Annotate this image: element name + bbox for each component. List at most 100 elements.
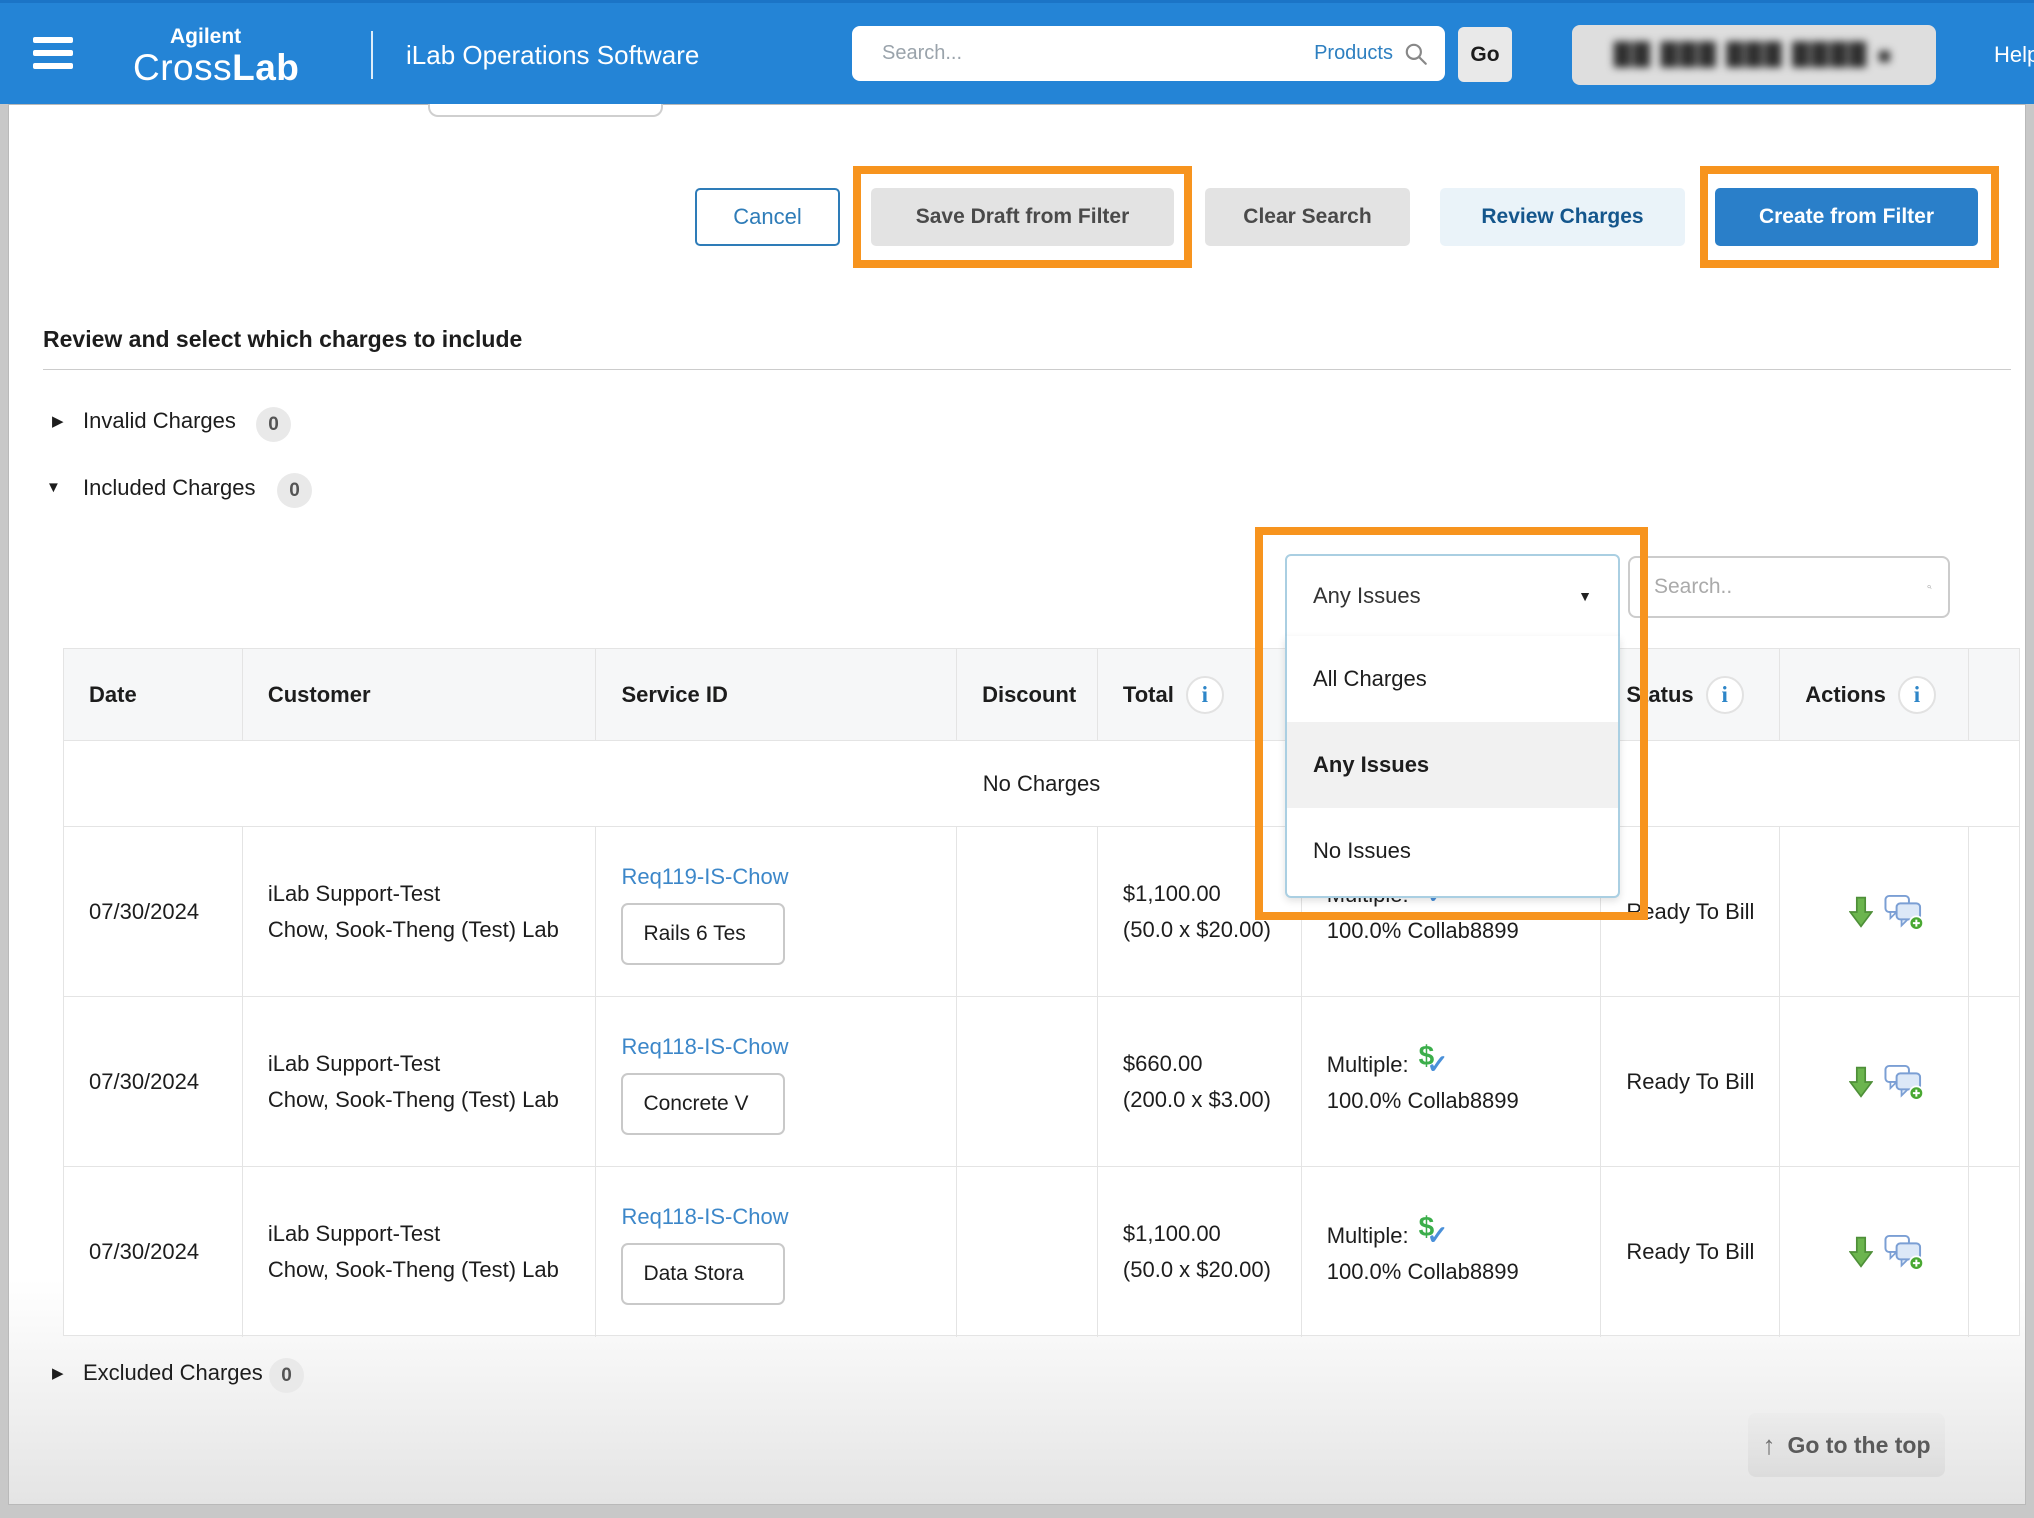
status-info-icon[interactable]: i [1706, 676, 1744, 714]
partial-cutoff-element [428, 104, 663, 117]
logo-crosslab: CrossLab [133, 47, 299, 89]
cell-total: $1,100.00 (50.0 x $20.00) [1098, 1167, 1302, 1337]
dollar-check-icon: $✓ [1417, 1215, 1451, 1249]
go-to-top-button[interactable]: ↑ Go to the top [1748, 1413, 1945, 1477]
table-search-box [1628, 556, 1950, 618]
global-search-input[interactable] [880, 41, 1314, 66]
cell-status: Ready To Bill [1601, 827, 1780, 996]
no-charges-row: No Charges [64, 741, 2019, 827]
invalid-charges-count-badge: 0 [256, 407, 291, 442]
cell-date: 07/30/2024 [64, 1167, 243, 1337]
cell-total: $1,100.00 (50.0 x $20.00) [1098, 827, 1302, 996]
cancel-button[interactable]: Cancel [695, 188, 840, 246]
cell-customer: iLab Support-Test Chow, Sook-Theng (Test… [243, 1167, 597, 1337]
table-row: 07/30/2024 iLab Support-Test Chow, Sook-… [64, 827, 2019, 997]
header-divider [371, 31, 373, 79]
create-from-filter-button[interactable]: Create from Filter [1715, 188, 1978, 246]
filter-option-all-charges[interactable]: All Charges [1287, 636, 1618, 722]
cell-actions [1780, 1167, 1969, 1337]
service-name-button[interactable]: Rails 6 Tes [621, 903, 785, 965]
col-header-spacer [1969, 649, 2019, 740]
cell-service-id: Req119-IS-Chow Rails 6 Tes [596, 827, 957, 996]
cell-spacer [1969, 1167, 2019, 1337]
total-info-icon[interactable]: i [1186, 676, 1224, 714]
cell-customer: iLab Support-Test Chow, Sook-Theng (Test… [243, 827, 597, 996]
charges-table: Date Customer Service ID Discount Totali… [63, 648, 2020, 1336]
col-header-date: Date [64, 649, 243, 740]
cell-payment: Multiple:$✓ 100.0% Collab8899 [1302, 1167, 1602, 1337]
cell-service-id: Req118-IS-Chow Concrete V [596, 997, 957, 1166]
included-charges-expander-icon[interactable]: ▼ [46, 479, 61, 496]
download-charge-icon[interactable] [1849, 896, 1873, 928]
table-search-input[interactable] [1652, 574, 1927, 600]
dollar-check-icon: $✓ [1417, 1044, 1451, 1078]
col-header-actions: Actionsi [1780, 649, 1969, 740]
cell-status: Ready To Bill [1601, 997, 1780, 1166]
add-note-icon[interactable] [1883, 1063, 1925, 1101]
download-charge-icon[interactable] [1849, 1236, 1873, 1268]
included-charges-label[interactable]: Included Charges [83, 475, 255, 501]
excluded-charges-label[interactable]: Excluded Charges [83, 1360, 263, 1386]
arrow-up-icon: ↑ [1762, 1430, 1775, 1461]
add-note-icon[interactable] [1883, 1233, 1925, 1271]
col-header-discount: Discount [957, 649, 1098, 740]
help-link[interactable]: Help [1994, 42, 2034, 68]
issues-filter-select[interactable]: Any Issues ▼ [1285, 554, 1620, 638]
col-header-service-id: Service ID [596, 649, 957, 740]
user-name-redacted: ██ ███ ███ ████ ▪ [1614, 43, 1894, 68]
cell-spacer [1969, 997, 2019, 1166]
table-header-row: Date Customer Service ID Discount Totali… [64, 649, 2019, 741]
cell-customer: iLab Support-Test Chow, Sook-Theng (Test… [243, 997, 597, 1166]
cell-date: 07/30/2024 [64, 997, 243, 1166]
cell-payment: Multiple:$✓ 100.0% Collab8899 [1302, 997, 1602, 1166]
service-name-button[interactable]: Concrete V [621, 1073, 785, 1135]
cell-actions [1780, 997, 1969, 1166]
issues-filter-menu: All Charges Any Issues No Issues [1285, 636, 1620, 898]
save-draft-from-filter-button[interactable]: Save Draft from Filter [871, 188, 1174, 246]
add-note-icon[interactable] [1883, 893, 1925, 931]
top-header-bar: Agilent CrossLab iLab Operations Softwar… [0, 0, 2034, 104]
title-divider [43, 369, 2011, 370]
cell-total: $660.00 (200.0 x $3.00) [1098, 997, 1302, 1166]
service-id-link[interactable]: Req118-IS-Chow [621, 1199, 956, 1235]
cell-status: Ready To Bill [1601, 1167, 1780, 1337]
cell-actions [1780, 827, 1969, 996]
excluded-charges-count-badge: 0 [269, 1358, 304, 1393]
excluded-charges-expander-icon[interactable]: ▶ [52, 1364, 64, 1382]
actions-info-icon[interactable]: i [1898, 676, 1936, 714]
service-name-button[interactable]: Data Stora [621, 1243, 785, 1305]
app-title: iLab Operations Software [406, 40, 699, 71]
service-id-link[interactable]: Req118-IS-Chow [621, 1029, 956, 1065]
col-header-total: Totali [1098, 649, 1302, 740]
table-row: 07/30/2024 iLab Support-Test Chow, Sook-… [64, 1167, 2019, 1337]
cell-discount [957, 827, 1098, 996]
chevron-down-icon: ▼ [1578, 588, 1592, 604]
col-header-status: Statusi [1601, 649, 1780, 740]
logo-agilent: Agilent [170, 25, 241, 49]
hamburger-menu-icon[interactable] [33, 37, 73, 76]
cell-date: 07/30/2024 [64, 827, 243, 996]
download-charge-icon[interactable] [1849, 1066, 1873, 1098]
go-button[interactable]: Go [1458, 27, 1512, 82]
cell-discount [957, 997, 1098, 1166]
search-icon[interactable] [1927, 573, 1932, 601]
search-scope-products[interactable]: Products [1314, 42, 1393, 65]
cell-spacer [1969, 827, 2019, 996]
review-charges-button[interactable]: Review Charges [1440, 188, 1685, 246]
page: Agilent CrossLab iLab Operations Softwar… [0, 0, 2034, 1518]
service-id-link[interactable]: Req119-IS-Chow [621, 859, 956, 895]
clear-search-button[interactable]: Clear Search [1205, 188, 1410, 246]
page-title: Review and select which charges to inclu… [43, 326, 522, 353]
global-search-box: Products [852, 26, 1445, 81]
table-row: 07/30/2024 iLab Support-Test Chow, Sook-… [64, 997, 2019, 1167]
included-charges-count-badge: 0 [277, 473, 312, 508]
filter-option-no-issues[interactable]: No Issues [1287, 808, 1618, 894]
cell-service-id: Req118-IS-Chow Data Stora [596, 1167, 957, 1337]
filter-option-any-issues[interactable]: Any Issues [1287, 722, 1618, 808]
search-icon[interactable] [1403, 41, 1429, 67]
invalid-charges-expander-icon[interactable]: ▶ [52, 412, 64, 430]
cell-discount [957, 1167, 1098, 1337]
col-header-customer: Customer [243, 649, 597, 740]
user-menu[interactable]: ██ ███ ███ ████ ▪ [1572, 25, 1936, 85]
invalid-charges-label[interactable]: Invalid Charges [83, 408, 236, 434]
